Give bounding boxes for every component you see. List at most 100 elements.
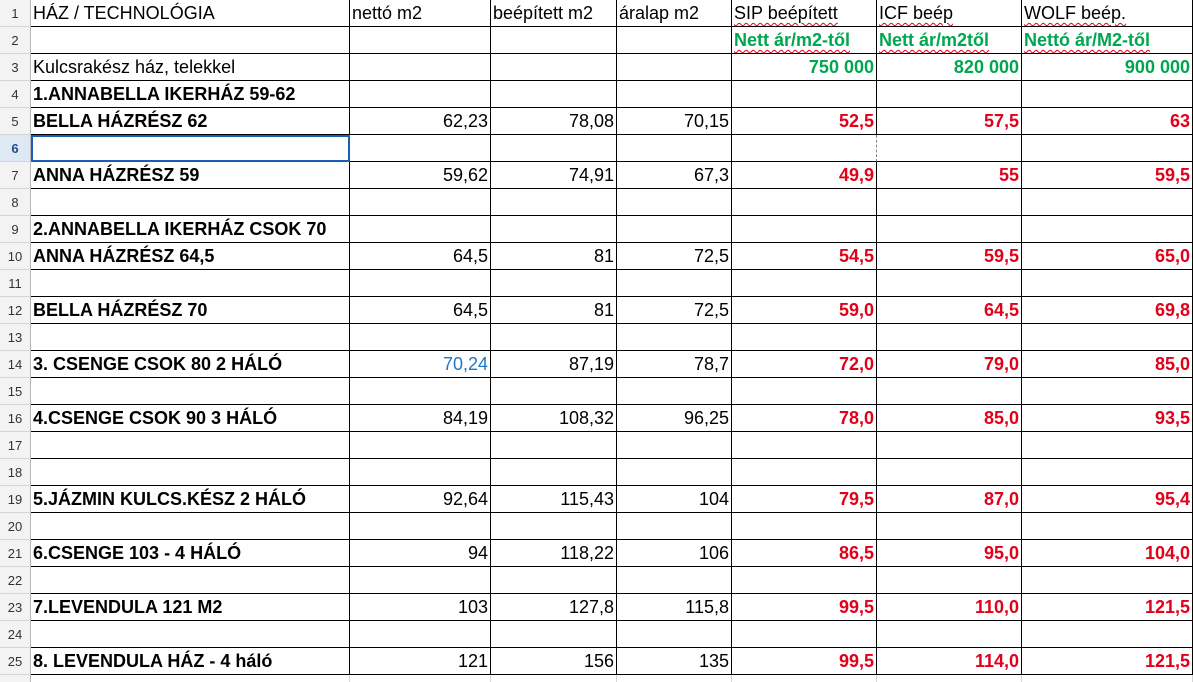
- cell-aralap-m2-header[interactable]: áralap m2: [617, 0, 732, 27]
- cell-sip-subheader[interactable]: Nett ár/m2-től: [732, 27, 877, 54]
- cell[interactable]: [617, 27, 732, 54]
- cell-house-name[interactable]: [31, 270, 350, 297]
- cell-sip-price[interactable]: 54,5: [732, 243, 877, 270]
- cell-house-technology-header[interactable]: HÁZ / TECHNOLÓGIA: [31, 0, 350, 27]
- cell[interactable]: [877, 675, 1022, 682]
- cell-beepitett-m2[interactable]: [491, 513, 617, 540]
- cell-icf-price[interactable]: [877, 621, 1022, 648]
- cell-beepitett-m2[interactable]: [491, 81, 617, 108]
- cell-wolf-price[interactable]: [1022, 513, 1193, 540]
- cell-aralap-m2[interactable]: [617, 567, 732, 594]
- cell-sip-price[interactable]: [732, 513, 877, 540]
- cell-sip-base-price[interactable]: 750 000: [732, 54, 877, 81]
- cell[interactable]: [350, 54, 491, 81]
- cell-house-name[interactable]: 4.CSENGE CSOK 90 3 HÁLÓ: [31, 405, 350, 432]
- row-header[interactable]: 5: [0, 108, 31, 135]
- cell-house-name[interactable]: [31, 189, 350, 216]
- cell-beepitett-m2[interactable]: [491, 135, 617, 162]
- cell-netto-m2[interactable]: [350, 378, 491, 405]
- cell-beepitett-m2[interactable]: 74,91: [491, 162, 617, 189]
- cell-house-name[interactable]: 6.CSENGE 103 - 4 HÁLÓ: [31, 540, 350, 567]
- row-header[interactable]: 16: [0, 405, 31, 432]
- row-header[interactable]: 12: [0, 297, 31, 324]
- cell-icf-base-price[interactable]: 820 000: [877, 54, 1022, 81]
- cell[interactable]: [31, 675, 350, 682]
- cell-house-name[interactable]: [31, 513, 350, 540]
- cell-house-name[interactable]: 1.ANNABELLA IKERHÁZ 59-62: [31, 81, 350, 108]
- cell-house-name[interactable]: BELLA HÁZRÉSZ 70: [31, 297, 350, 324]
- cell-icf-price[interactable]: 95,0: [877, 540, 1022, 567]
- cell-icf-price[interactable]: [877, 378, 1022, 405]
- cell-aralap-m2[interactable]: [617, 81, 732, 108]
- cell-beepitett-m2[interactable]: [491, 189, 617, 216]
- cell[interactable]: [617, 675, 732, 682]
- cell-aralap-m2[interactable]: [617, 216, 732, 243]
- row-header[interactable]: 7: [0, 162, 31, 189]
- cell-netto-m2[interactable]: 62,23: [350, 108, 491, 135]
- cell-netto-m2[interactable]: [350, 567, 491, 594]
- cell-sip-price[interactable]: 79,5: [732, 486, 877, 513]
- cell-wolf-price[interactable]: [1022, 324, 1193, 351]
- cell-house-name[interactable]: [31, 567, 350, 594]
- cell-beepitett-m2[interactable]: 127,8: [491, 594, 617, 621]
- cell-icf-price[interactable]: 110,0: [877, 594, 1022, 621]
- cell-beepitett-m2[interactable]: [491, 324, 617, 351]
- cell-icf-price[interactable]: 85,0: [877, 405, 1022, 432]
- row-header[interactable]: 24: [0, 621, 31, 648]
- cell-aralap-m2[interactable]: [617, 621, 732, 648]
- cell-aralap-m2[interactable]: [617, 189, 732, 216]
- row-header[interactable]: 8: [0, 189, 31, 216]
- cell-icf-price[interactable]: [877, 432, 1022, 459]
- row-header[interactable]: 25: [0, 648, 31, 675]
- cell-netto-m2[interactable]: 64,5: [350, 297, 491, 324]
- row-header[interactable]: 4: [0, 81, 31, 108]
- row-header[interactable]: 18: [0, 459, 31, 486]
- cell-house-name[interactable]: [31, 378, 350, 405]
- cell-wolf-price[interactable]: [1022, 621, 1193, 648]
- cell-sip-price[interactable]: [732, 567, 877, 594]
- cell-house-name[interactable]: [31, 459, 350, 486]
- cell-wolf-price[interactable]: 93,5: [1022, 405, 1193, 432]
- cell-wolf-price[interactable]: 69,8: [1022, 297, 1193, 324]
- cell-beepitett-m2[interactable]: [491, 621, 617, 648]
- cell[interactable]: [491, 27, 617, 54]
- cell-beepitett-m2[interactable]: [491, 459, 617, 486]
- cell-beepitett-m2[interactable]: 78,08: [491, 108, 617, 135]
- cell-sip-price[interactable]: 49,9: [732, 162, 877, 189]
- cell-aralap-m2[interactable]: 115,8: [617, 594, 732, 621]
- cell-sip-price[interactable]: [732, 621, 877, 648]
- cell-house-name[interactable]: [31, 135, 350, 162]
- row-header[interactable]: 23: [0, 594, 31, 621]
- cell-netto-m2[interactable]: [350, 189, 491, 216]
- row-header[interactable]: 11: [0, 270, 31, 297]
- cell-house-name[interactable]: 8. LEVENDULA HÁZ - 4 háló: [31, 648, 350, 675]
- cell-icf-header[interactable]: ICF beép: [877, 0, 1022, 27]
- cell-beepitett-m2[interactable]: 81: [491, 297, 617, 324]
- row-header[interactable]: 2: [0, 27, 31, 54]
- cell-aralap-m2[interactable]: 72,5: [617, 297, 732, 324]
- cell[interactable]: [617, 54, 732, 81]
- cell-icf-price[interactable]: 57,5: [877, 108, 1022, 135]
- cell-icf-price[interactable]: [877, 270, 1022, 297]
- cell-wolf-price[interactable]: [1022, 567, 1193, 594]
- cell-sip-price[interactable]: [732, 324, 877, 351]
- cell-wolf-price[interactable]: [1022, 378, 1193, 405]
- cell-beepitett-m2[interactable]: [491, 216, 617, 243]
- cell-aralap-m2[interactable]: 104: [617, 486, 732, 513]
- cell-wolf-price[interactable]: [1022, 189, 1193, 216]
- cell-aralap-m2[interactable]: 135: [617, 648, 732, 675]
- row-header[interactable]: 17: [0, 432, 31, 459]
- cell-netto-m2[interactable]: [350, 459, 491, 486]
- row-header[interactable]: 6: [0, 135, 31, 162]
- cell-sip-price[interactable]: 72,0: [732, 351, 877, 378]
- cell-aralap-m2[interactable]: [617, 135, 732, 162]
- cell[interactable]: [350, 675, 491, 682]
- cell-beepitett-m2[interactable]: [491, 270, 617, 297]
- row-header[interactable]: 22: [0, 567, 31, 594]
- cell-netto-m2[interactable]: 59,62: [350, 162, 491, 189]
- cell-sip-price[interactable]: 78,0: [732, 405, 877, 432]
- cell-netto-m2[interactable]: [350, 513, 491, 540]
- cell-sip-price[interactable]: 99,5: [732, 594, 877, 621]
- cell-wolf-price[interactable]: 85,0: [1022, 351, 1193, 378]
- cell-sip-price[interactable]: [732, 432, 877, 459]
